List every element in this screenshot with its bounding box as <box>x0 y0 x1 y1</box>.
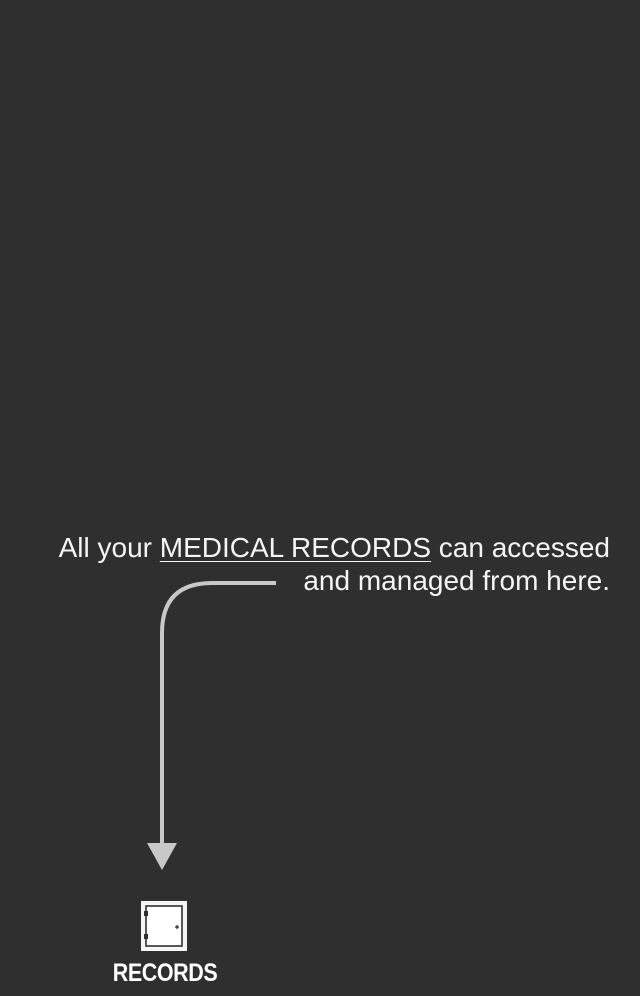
coach-mark-line-1: All your MEDICAL RECORDS can accessed <box>59 531 610 564</box>
medical-records-emphasis: MEDICAL RECORDS <box>159 532 431 563</box>
coach-mark-line-2: and managed from here. <box>303 565 610 596</box>
coach-mark-prefix: All your <box>58 532 160 563</box>
coach-mark-text: All your MEDICAL RECORDS can accessed an… <box>59 531 610 597</box>
coach-mark-suffix: can accessed <box>431 532 610 563</box>
pointer-arrow <box>147 581 276 870</box>
pointer-arrow-line <box>160 581 276 845</box>
records-label[interactable]: RECORDS <box>105 959 225 988</box>
pointer-arrowhead <box>147 843 177 870</box>
safe-icon[interactable] <box>140 900 188 952</box>
